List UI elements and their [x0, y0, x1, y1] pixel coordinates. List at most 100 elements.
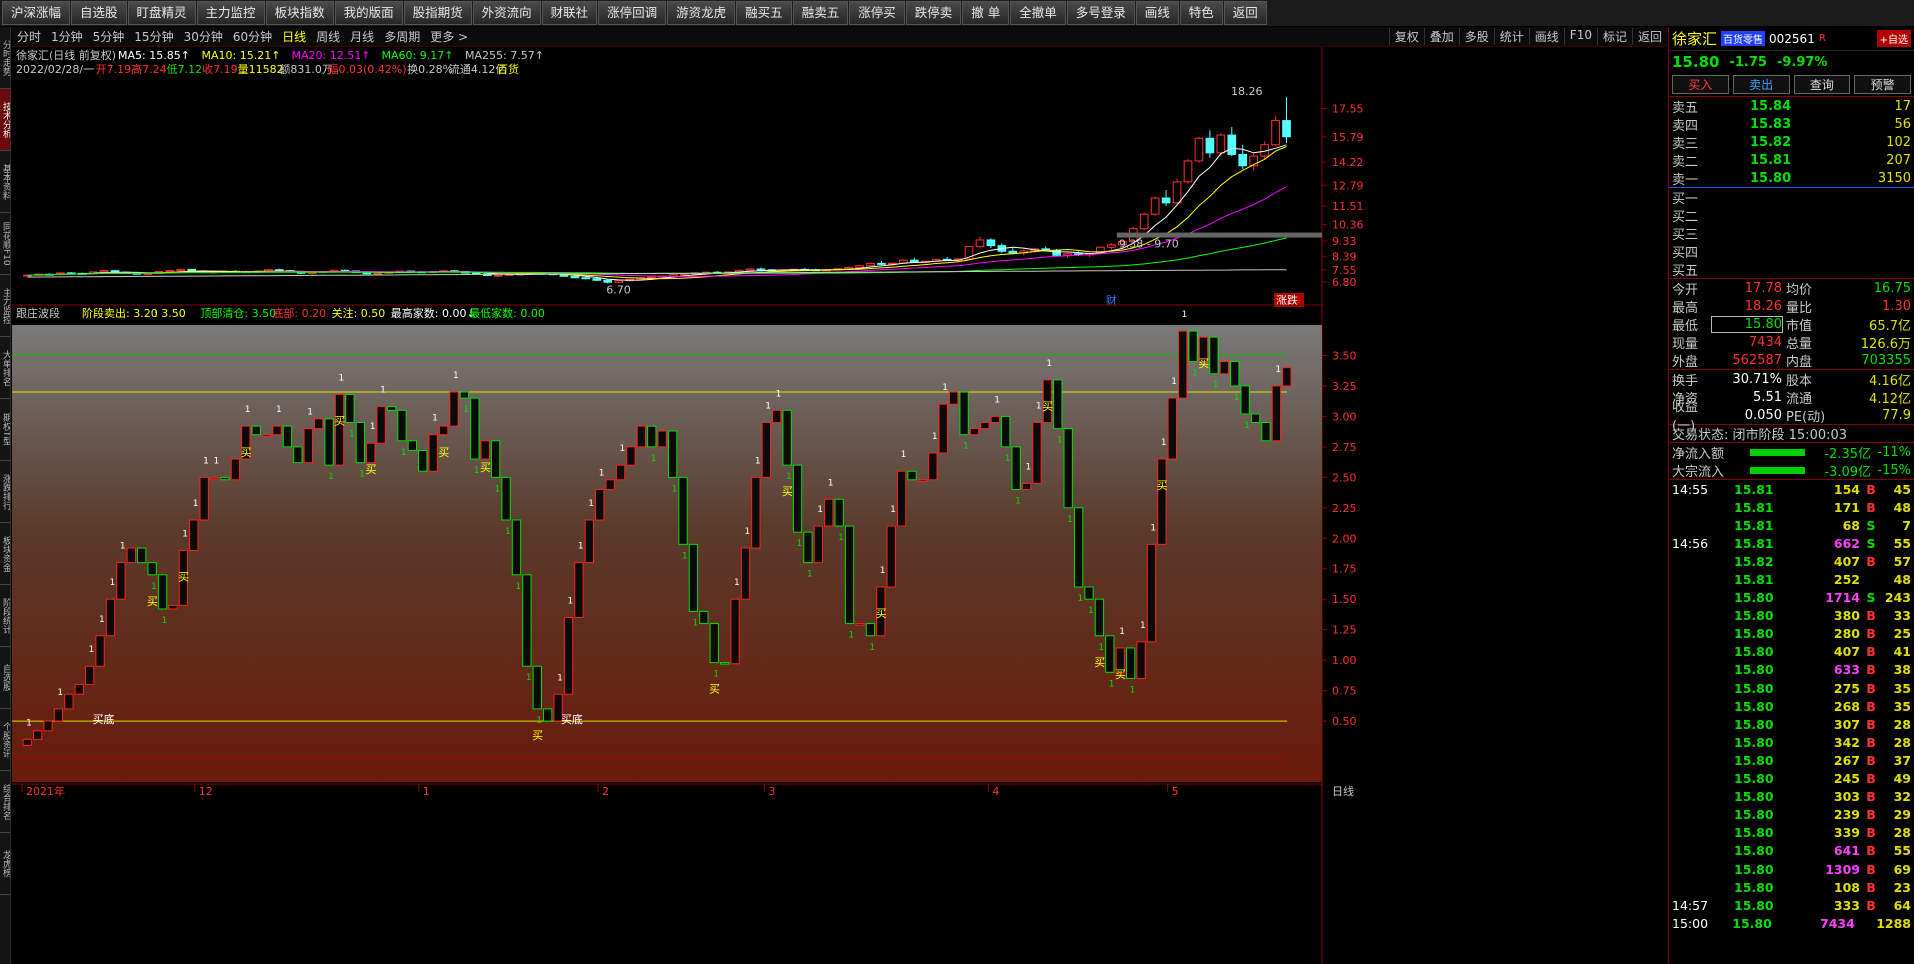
toolbar-button-9[interactable]: 涨停回调 [598, 1, 667, 25]
tick-count: 7 [1902, 517, 1911, 533]
left-tab-6[interactable]: 期权T型 [0, 399, 10, 461]
buy-signal: 买 [1157, 479, 1168, 492]
candle-body [756, 268, 766, 271]
step-mark: 1 [380, 386, 386, 396]
chart-tool-4[interactable]: 画线 [1528, 28, 1564, 45]
period-tab-3[interactable]: 15分钟 [129, 28, 178, 45]
tick-price: 15.81 [1734, 572, 1774, 588]
toolbar-button-19[interactable]: 特色 [1179, 1, 1223, 25]
indicator-legend: 跟庄波段 阶段卖出: 3.20: 3.50 顶部清仓: 3.50底部: 0.20 关注… [16, 306, 545, 320]
trade-button-2[interactable]: 查询 [1793, 75, 1851, 94]
left-tab-10[interactable]: 自选股 [0, 647, 10, 709]
period-tab-2[interactable]: 5分钟 [88, 28, 130, 45]
toolbar-button-8[interactable]: 财联社 [541, 1, 598, 25]
add-watchlist-button[interactable]: +自选 [1876, 30, 1911, 47]
tick-side: B [1866, 662, 1876, 678]
period-tab-5[interactable]: 60分钟 [228, 28, 277, 45]
left-tab-0[interactable]: 分时走势 [0, 27, 10, 89]
ask-label: 卖四 [1672, 118, 1699, 134]
toolbar-button-12[interactable]: 融卖五 [792, 1, 849, 25]
indicator-bar [95, 635, 105, 667]
stat-label: 最低 [1672, 318, 1699, 334]
main-chart-area[interactable]: 徐家汇(日线 前复权) MA5: 15.85↑ MA10: 15.21↑ MA20: … [12, 47, 1667, 964]
trade-button-3[interactable]: 预警 [1854, 75, 1911, 94]
toolbar-button-7[interactable]: 外资流向 [472, 1, 541, 25]
toolbar-button-2[interactable]: 盯盘精灵 [127, 1, 196, 25]
step-mark: 1 [963, 442, 969, 452]
toolbar-button-1[interactable]: 自选股 [71, 1, 127, 25]
indicator-bar [792, 464, 803, 533]
period-tab-0[interactable]: 分时 [12, 28, 46, 45]
period-tab-1[interactable]: 1分钟 [46, 28, 88, 45]
step-mark: 1 [828, 478, 834, 488]
trade-button-1[interactable]: 卖出 [1732, 75, 1790, 94]
industry-tag[interactable]: 百货零售 [1721, 31, 1766, 46]
toolbar-button-0[interactable]: 沪深涨幅 [2, 1, 71, 25]
left-tab-1[interactable]: 技术分析 [0, 89, 10, 151]
toolbar-button-3[interactable]: 主力监控 [196, 1, 265, 25]
period-tab-7[interactable]: 周线 [311, 28, 345, 45]
indicator-bar [314, 418, 324, 430]
left-tab-8[interactable]: 板块资金 [0, 523, 10, 585]
tick-row: 15.80 1309 B 69 [1669, 860, 1914, 878]
toolbar-button-11[interactable]: 融买五 [736, 1, 792, 25]
toolbar-button-10[interactable]: 游资龙虎 [667, 1, 736, 25]
left-tab-13[interactable]: 龙虎榜 [0, 833, 10, 895]
period-tab-6[interactable]: 日线 [277, 28, 311, 45]
chart-tool-5[interactable]: F10 [1563, 28, 1597, 45]
candle-body [909, 259, 919, 263]
left-tab-4[interactable]: 主力监控 [0, 275, 10, 337]
candle-body [1282, 120, 1291, 138]
period-tab-9[interactable]: 多周期 [379, 28, 425, 45]
toolbar-button-16[interactable]: 全撤单 [1010, 1, 1066, 25]
chart-tool-0[interactable]: 复权 [1388, 28, 1424, 45]
chart-tool-1[interactable]: 叠加 [1423, 28, 1459, 45]
tick-count: 28 [1893, 825, 1911, 841]
trade-button-0[interactable]: 买入 [1672, 75, 1729, 94]
toolbar-button-20[interactable]: 返回 [1223, 1, 1267, 25]
tick-time: 14:57 [1672, 897, 1709, 913]
period-tab-8[interactable]: 月线 [345, 28, 379, 45]
tick-volume: 1714 [1825, 590, 1860, 606]
ind-tick-label: 3.25 [1332, 380, 1357, 393]
step-mark: 1 [817, 505, 823, 515]
chart-tool-7[interactable]: 返回 [1631, 28, 1667, 45]
candle-body [1107, 244, 1116, 248]
left-tab-5[interactable]: 大单排名 [0, 337, 10, 399]
tick-row: 15.80 239 B 29 [1669, 806, 1914, 824]
toolbar-button-13[interactable]: 涨停买 [849, 1, 905, 25]
toolbar-button-5[interactable]: 我的版面 [334, 1, 403, 25]
toolbar-button-14[interactable]: 跌停卖 [905, 1, 962, 25]
indicator-bar [928, 452, 938, 481]
left-tab-9[interactable]: 阶段统计 [0, 585, 10, 647]
tick-side: B [1866, 825, 1876, 841]
chart-tool-6[interactable]: 标记 [1596, 28, 1632, 45]
period-tab-4[interactable]: 30分钟 [179, 28, 228, 45]
left-tab-2[interactable]: 基本资料 [0, 151, 10, 213]
left-tab-7[interactable]: 涨跌排行 [0, 461, 10, 523]
toolbar-button-15[interactable]: 撤 单 [962, 1, 1010, 25]
tick-side: S [1866, 517, 1876, 533]
flow-bar [1750, 448, 1805, 456]
tick-price: 15.80 [1734, 807, 1774, 823]
chart-tool-3[interactable]: 统计 [1493, 28, 1529, 45]
indicator-bar [168, 604, 178, 610]
chart-tool-2[interactable]: 多股 [1458, 28, 1494, 45]
stat-value: 562587 [1732, 352, 1782, 368]
tick-volume: 641 [1833, 843, 1860, 859]
toolbar-button-18[interactable]: 画线 [1135, 1, 1179, 25]
price-tick-label: 11.51 [1332, 200, 1364, 213]
period-tab-10[interactable]: 更多 > [425, 28, 473, 45]
left-tab-11[interactable]: 个股资讯 [0, 709, 10, 771]
tick-side: S [1866, 535, 1876, 551]
left-tab-12[interactable]: 综合排名 [0, 771, 10, 833]
chart-svg[interactable]: 徐家汇(日线 前复权) MA5: 15.85↑ MA10: 15.21↑ MA20: … [12, 47, 1667, 964]
step-mark: 1 [1078, 594, 1084, 604]
toolbar-button-17[interactable]: 多号登录 [1066, 1, 1135, 25]
stat-value: 7434 [1748, 334, 1782, 350]
toolbar-button-4[interactable]: 板块指数 [265, 1, 334, 25]
price-change: -1.75 [1729, 54, 1767, 70]
toolbar-button-6[interactable]: 股指期货 [403, 1, 472, 25]
left-tab-3[interactable]: 同花顺F10 [0, 213, 10, 275]
candle-body [1183, 160, 1193, 183]
